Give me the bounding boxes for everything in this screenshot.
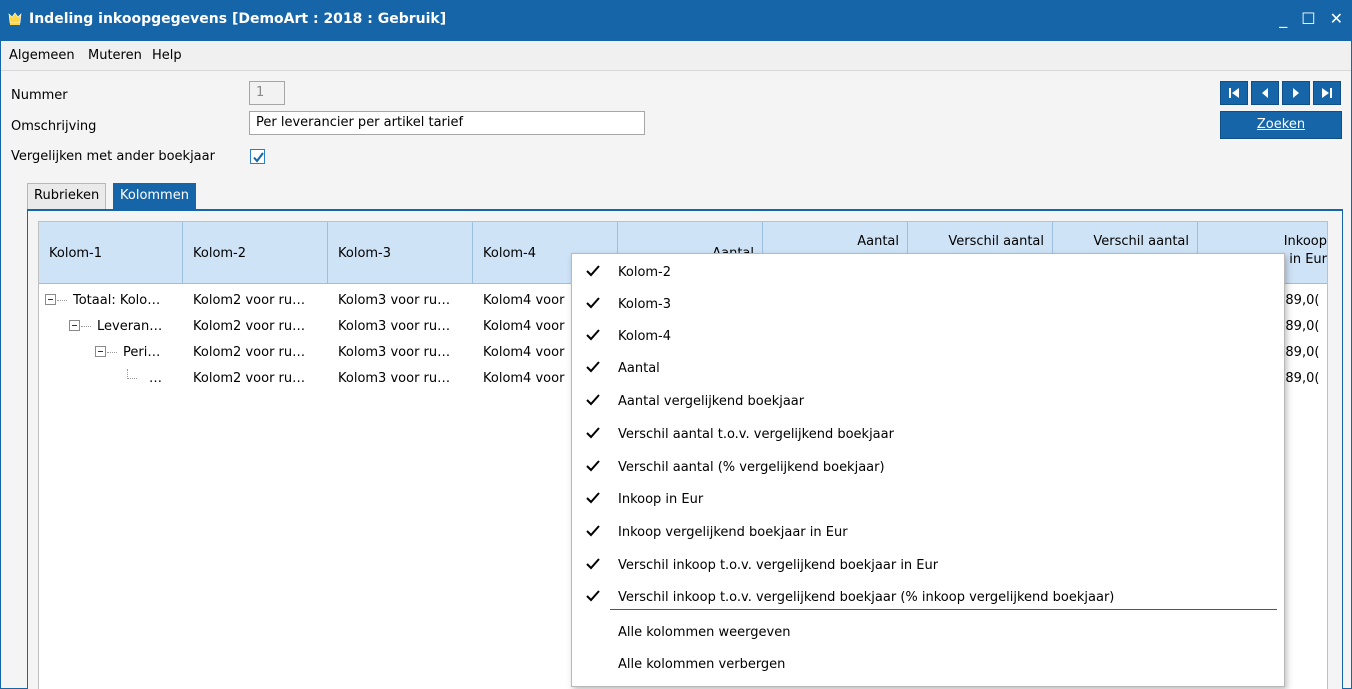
menu-bar: Algemeen Muteren Help [1, 41, 1351, 71]
menu-algemeen[interactable]: Algemeen [9, 48, 75, 63]
ctx-item-inkoop-vergelijkend[interactable]: Inkoop vergelijkend boekjaar in Eur [572, 516, 1284, 548]
collapse-icon[interactable] [69, 320, 80, 331]
row-kolom-1: Peri… [123, 345, 161, 360]
ctx-hide-all-columns[interactable]: Alle kolommen verbergen [572, 648, 1284, 680]
row-kolom-4: Kolom4 voor [483, 345, 565, 360]
collapse-icon[interactable] [45, 294, 56, 305]
first-icon [1229, 88, 1239, 98]
first-record-button[interactable] [1220, 81, 1248, 105]
check-icon [586, 492, 600, 504]
ctx-item-inkoop[interactable]: Inkoop in Eur [572, 483, 1284, 515]
nummer-label: Nummer [11, 88, 68, 103]
check-icon [586, 329, 600, 341]
row-kolom-1: Leveran… [97, 319, 163, 334]
last-icon [1322, 88, 1332, 98]
menu-help[interactable]: Help [152, 48, 182, 63]
row-kolom-4: Kolom4 voor [483, 371, 565, 386]
vergelijken-label: Vergelijken met ander boekjaar [11, 149, 215, 164]
checkmark-icon [253, 152, 264, 163]
check-icon [586, 361, 600, 373]
row-kolom-3: Kolom3 voor ru… [338, 371, 451, 386]
zoeken-button[interactable]: Zoeken [1220, 111, 1342, 139]
row-kolom-3: Kolom3 voor ru… [338, 293, 451, 308]
ctx-item-verschil-aantal[interactable]: Verschil aantal t.o.v. vergelijkend boek… [572, 418, 1284, 450]
zoeken-label: Zoeken [1256, 117, 1306, 132]
prev-icon [1262, 88, 1268, 98]
ctx-item-verschil-aantal-pct[interactable]: Verschil aantal (% vergelijkend boekjaar… [572, 451, 1284, 483]
app-window: Indeling inkoopgegevens [DemoArt : 2018 … [0, 0, 1352, 689]
collapse-icon[interactable] [95, 346, 106, 357]
check-icon [586, 558, 600, 570]
row-kolom-2: Kolom2 voor ru… [193, 371, 306, 386]
ctx-item-kolom-3[interactable]: Kolom-3 [572, 288, 1284, 320]
ctx-show-all-columns[interactable]: Alle kolommen weergeven [572, 616, 1284, 648]
ctx-item-verschil-inkoop[interactable]: Verschil inkoop t.o.v. vergelijkend boek… [572, 549, 1284, 581]
previous-record-button[interactable] [1251, 81, 1279, 105]
row-kolom-1: Totaal: Kolo… [73, 293, 161, 308]
vergelijken-checkbox[interactable] [250, 149, 265, 164]
window-controls: _ ☐ ✕ [1279, 9, 1343, 28]
row-kolom-2: Kolom2 voor ru… [193, 319, 306, 334]
tree-connector [81, 326, 91, 327]
next-record-button[interactable] [1282, 81, 1310, 105]
window-title: Indeling inkoopgegevens [DemoArt : 2018 … [29, 11, 447, 27]
omschrijving-label: Omschrijving [11, 119, 97, 134]
header-kolom-1[interactable]: Kolom-1 [39, 222, 183, 284]
check-icon [586, 394, 600, 406]
row-kolom-3: Kolom3 voor ru… [338, 319, 451, 334]
row-kolom-4: Kolom4 voor [483, 319, 565, 334]
check-icon [586, 525, 600, 537]
row-kolom-3: Kolom3 voor ru… [338, 345, 451, 360]
app-logo-icon [8, 12, 22, 25]
menu-separator [610, 609, 1277, 610]
check-icon [586, 427, 600, 439]
title-bar: Indeling inkoopgegevens [DemoArt : 2018 … [1, 1, 1351, 41]
check-icon [586, 460, 600, 472]
minimize-button[interactable]: _ [1279, 9, 1287, 28]
row-kolom-4: Kolom4 voor [483, 293, 565, 308]
tab-rubrieken[interactable]: Rubrieken [27, 183, 107, 209]
row-kolom-2: Kolom2 voor ru… [193, 345, 306, 360]
ctx-item-kolom-2[interactable]: Kolom-2 [572, 256, 1284, 288]
next-icon [1293, 88, 1299, 98]
column-context-menu: Kolom-2 Kolom-3 Kolom-4 Aantal Aantal ve… [571, 253, 1285, 687]
menu-muteren[interactable]: Muteren [88, 48, 142, 63]
check-icon [586, 590, 600, 602]
check-icon [586, 297, 600, 309]
tree-leaf-connector [127, 369, 137, 379]
header-kolom-3[interactable]: Kolom-3 [328, 222, 473, 284]
check-icon [586, 265, 600, 277]
maximize-button[interactable]: ☐ [1301, 9, 1315, 28]
tree-connector [57, 300, 67, 301]
tree-connector [107, 352, 117, 353]
tab-kolommen[interactable]: Kolommen [113, 183, 196, 209]
omschrijving-field[interactable]: Per leverancier per artikel tarief [249, 111, 645, 135]
row-kolom-2: Kolom2 voor ru… [193, 293, 306, 308]
nummer-field[interactable]: 1 [249, 81, 285, 105]
header-kolom-2[interactable]: Kolom-2 [183, 222, 328, 284]
ctx-item-kolom-4[interactable]: Kolom-4 [572, 320, 1284, 352]
ctx-item-aantal[interactable]: Aantal [572, 352, 1284, 384]
row-kolom-1: … [149, 371, 162, 386]
ctx-item-aantal-vergelijkend[interactable]: Aantal vergelijkend boekjaar [572, 385, 1284, 417]
last-record-button[interactable] [1313, 81, 1341, 105]
close-button[interactable]: ✕ [1330, 9, 1343, 28]
